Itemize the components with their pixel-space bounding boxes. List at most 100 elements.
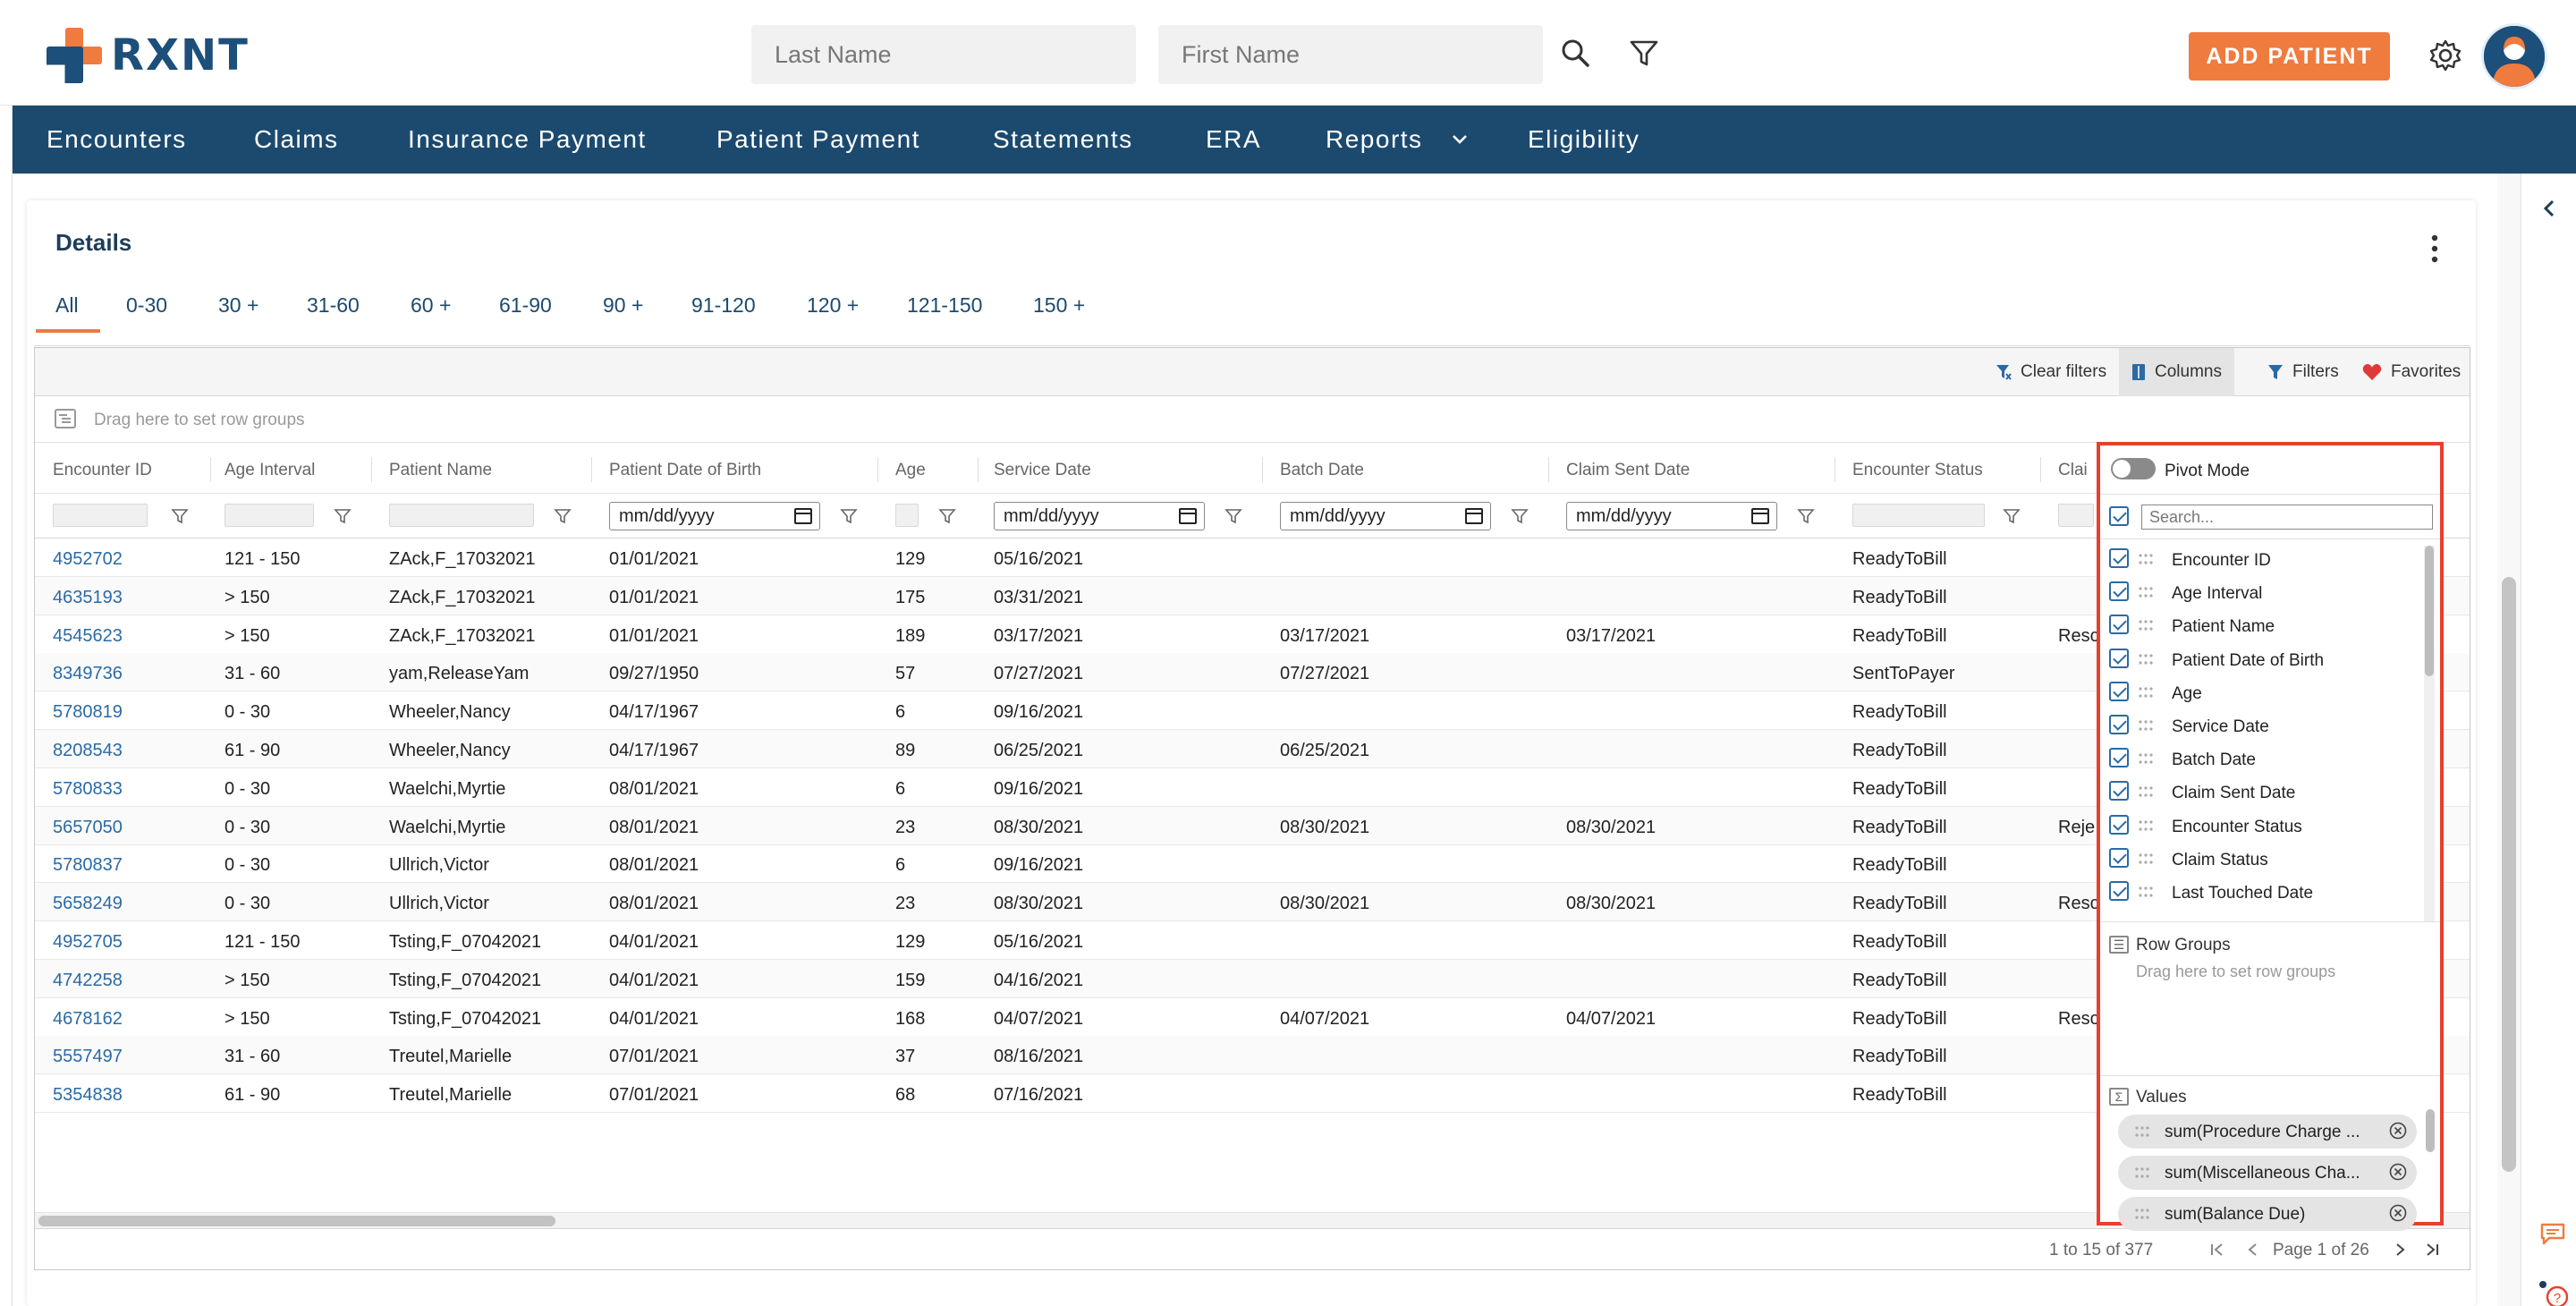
column-list-item[interactable]: Claim Status <box>2100 842 2431 875</box>
service-date-filter-input[interactable]: mm/dd/yyyy <box>994 502 1205 530</box>
encounter-id-cell[interactable]: 4678162 <box>53 1009 123 1030</box>
calendar-icon[interactable] <box>1751 508 1769 524</box>
favorites-button[interactable]: Favorites <box>2351 348 2470 396</box>
column-visibility-checkbox[interactable] <box>2109 781 2129 801</box>
funnel-icon[interactable] <box>554 507 572 525</box>
nav-statements[interactable]: Statements <box>993 125 1133 154</box>
nav-eligibility[interactable]: Eligibility <box>1528 125 1640 154</box>
funnel-icon[interactable] <box>840 507 858 525</box>
nav-encounters[interactable]: Encounters <box>47 125 187 154</box>
drag-handle-icon[interactable] <box>2138 886 2154 898</box>
column-visibility-checkbox[interactable] <box>2109 847 2129 868</box>
more-options-icon[interactable] <box>2426 231 2444 267</box>
chat-icon[interactable] <box>2539 1222 2566 1245</box>
search-icon[interactable] <box>1558 36 1594 72</box>
remove-chip-icon[interactable] <box>2388 1203 2408 1223</box>
row-group-drop-zone[interactable]: Drag here to set row groups <box>35 396 2470 443</box>
select-all-columns-checkbox[interactable] <box>2109 506 2129 526</box>
funnel-icon[interactable] <box>2003 507 2021 525</box>
encounter-id-filter-input[interactable] <box>53 504 148 527</box>
column-list-item[interactable]: Encounter ID <box>2100 542 2431 575</box>
tab-90-plus[interactable]: 90 + <box>603 293 643 318</box>
encounter-id-cell[interactable]: 8349736 <box>53 664 123 684</box>
nav-patient-payment[interactable]: Patient Payment <box>716 125 920 154</box>
drag-handle-icon[interactable] <box>2138 719 2154 732</box>
header-separator[interactable] <box>210 457 211 482</box>
encounter-id-cell[interactable]: 5780833 <box>53 779 123 800</box>
drag-handle-icon[interactable] <box>2138 586 2154 598</box>
column-list-item[interactable]: Encounter Status <box>2100 809 2431 842</box>
header-separator[interactable] <box>978 457 979 482</box>
column-visibility-checkbox[interactable] <box>2109 881 2129 901</box>
drag-handle-icon[interactable] <box>2138 752 2154 765</box>
column-visibility-checkbox[interactable] <box>2109 748 2129 768</box>
column-list-item[interactable]: Age Interval <box>2100 575 2431 608</box>
tab-all[interactable]: All <box>55 293 79 318</box>
encounter-id-cell[interactable]: 5780819 <box>53 702 123 723</box>
funnel-icon[interactable] <box>1511 507 1529 525</box>
remove-chip-icon[interactable] <box>2388 1121 2408 1141</box>
previous-page-icon[interactable] <box>2244 1241 2262 1259</box>
value-chip[interactable]: sum(Procedure Charge ... <box>2118 1115 2417 1149</box>
header-separator[interactable] <box>591 457 592 482</box>
encounter-id-cell[interactable]: 5557497 <box>53 1047 123 1067</box>
age-interval-filter-input[interactable] <box>225 504 314 527</box>
last-page-icon[interactable] <box>2423 1241 2441 1259</box>
claim-sent-date-filter-input[interactable]: mm/dd/yyyy <box>1566 502 1777 530</box>
value-chip[interactable]: sum(Miscellaneous Cha... <box>2118 1156 2417 1190</box>
column-list-item[interactable]: Age <box>2100 675 2431 708</box>
gear-icon[interactable] <box>2428 38 2463 73</box>
tab-0-30[interactable]: 0-30 <box>126 293 167 318</box>
header-separator[interactable] <box>2040 457 2041 482</box>
patient-name-filter-input[interactable] <box>389 504 534 527</box>
filter-icon[interactable] <box>1626 36 1662 72</box>
funnel-icon[interactable] <box>1797 507 1815 525</box>
tab-91-120[interactable]: 91-120 <box>691 293 756 318</box>
tab-30-plus[interactable]: 30 + <box>218 293 258 318</box>
row-groups-hint[interactable]: Drag here to set row groups <box>2136 963 2335 981</box>
help-icon[interactable]: ? <box>2538 1277 2570 1306</box>
column-visibility-checkbox[interactable] <box>2109 548 2129 568</box>
tab-120-plus[interactable]: 120 + <box>807 293 859 318</box>
encounter-id-cell[interactable]: 4545623 <box>53 626 123 647</box>
encounter-id-cell[interactable]: 5354838 <box>53 1085 123 1106</box>
nav-insurance-payment[interactable]: Insurance Payment <box>408 125 647 154</box>
clear-filters-button[interactable]: Clear filters <box>1985 348 2117 396</box>
rxnt-logo[interactable]: RXNT <box>47 27 250 84</box>
add-patient-button[interactable]: ADD PATIENT <box>2189 32 2390 81</box>
funnel-icon[interactable] <box>938 507 956 525</box>
column-list-item[interactable]: Claim Sent Date <box>2100 775 2431 808</box>
age-filter-input[interactable] <box>895 504 919 527</box>
drag-handle-icon[interactable] <box>2138 553 2154 565</box>
funnel-icon[interactable] <box>1224 507 1242 525</box>
tab-60-plus[interactable]: 60 + <box>411 293 451 318</box>
column-visibility-checkbox[interactable] <box>2109 814 2129 835</box>
encounter-id-cell[interactable]: 4635193 <box>53 588 123 608</box>
encounter-id-cell[interactable]: 4952705 <box>53 932 123 953</box>
funnel-icon[interactable] <box>334 507 352 525</box>
tab-121-150[interactable]: 121-150 <box>907 293 982 318</box>
encounter-status-filter-input[interactable] <box>1852 504 1985 527</box>
column-list-item[interactable]: Patient Date of Birth <box>2100 642 2431 675</box>
column-search-input[interactable] <box>2141 505 2433 530</box>
nav-reports[interactable]: Reports <box>1326 125 1423 154</box>
column-list-item[interactable]: Batch Date <box>2100 742 2431 775</box>
horizontal-scrollbar-thumb[interactable] <box>38 1216 555 1226</box>
header-separator[interactable] <box>877 457 878 482</box>
user-avatar[interactable] <box>2481 23 2547 89</box>
chevron-down-icon[interactable] <box>1451 132 1469 147</box>
encounter-id-cell[interactable]: 5658249 <box>53 894 123 914</box>
tab-31-60[interactable]: 31-60 <box>307 293 360 318</box>
encounter-id-cell[interactable]: 5780837 <box>53 855 123 876</box>
header-separator[interactable] <box>1262 457 1263 482</box>
pivot-mode-toggle[interactable] <box>2111 458 2156 479</box>
nav-claims[interactable]: Claims <box>254 125 339 154</box>
column-visibility-checkbox[interactable] <box>2109 615 2129 635</box>
columns-button[interactable]: Columns <box>2119 348 2234 396</box>
page-scrollbar-thumb[interactable] <box>2502 577 2516 1172</box>
drag-handle-icon[interactable] <box>2138 785 2154 798</box>
calendar-icon[interactable] <box>794 508 812 524</box>
filters-button[interactable]: Filters <box>2257 348 2350 396</box>
column-list-item[interactable]: Service Date <box>2100 708 2431 742</box>
encounter-id-cell[interactable]: 5657050 <box>53 818 123 838</box>
